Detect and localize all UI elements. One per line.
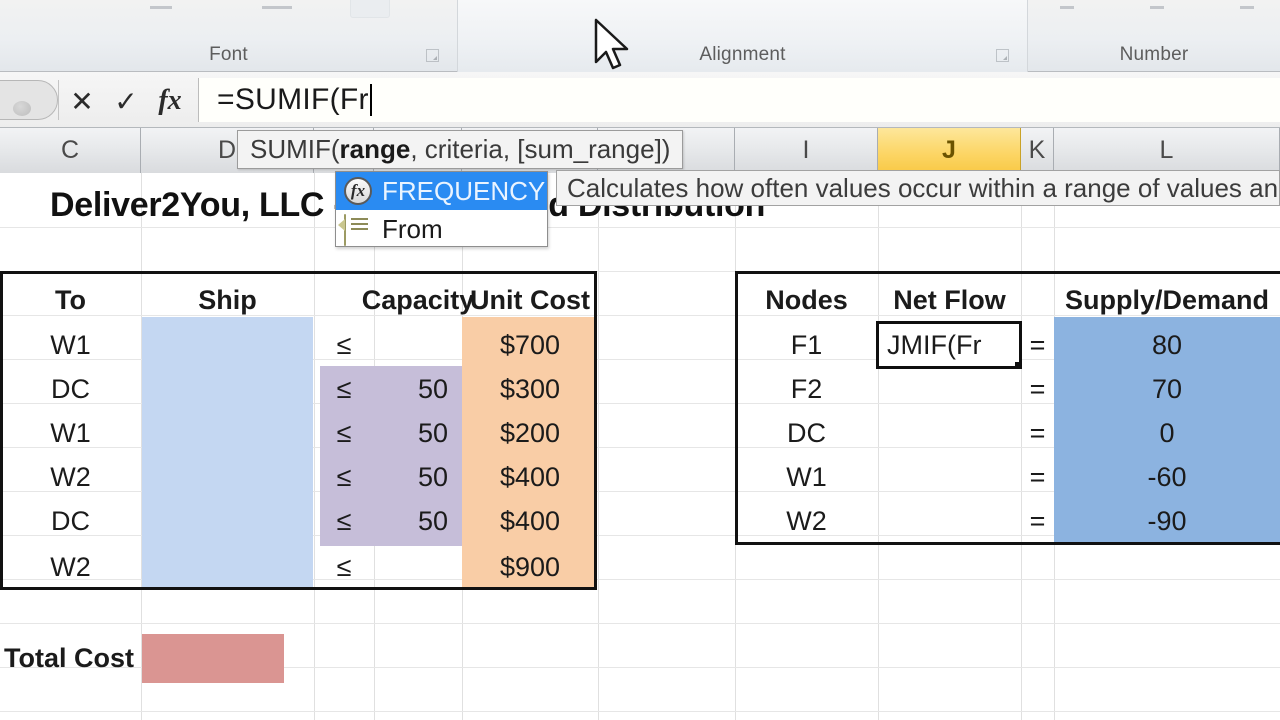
screentip-rest: , criteria, [sum_range]) <box>410 134 670 165</box>
autocomplete-item-from[interactable]: From <box>336 210 547 248</box>
column-header-k[interactable]: K <box>1021 128 1054 173</box>
column-header-l[interactable]: L <box>1054 128 1280 173</box>
font-dialog-launcher-icon[interactable] <box>426 49 439 62</box>
ribbon-group-font[interactable]: Font <box>0 0 458 72</box>
active-cell-text: JMIF(Fr <box>887 330 981 361</box>
cancel-icon[interactable]: ✕ <box>62 84 102 118</box>
formula-input[interactable]: =SUMIF(Fr <box>198 78 1280 122</box>
gridline-horizontal <box>0 711 1280 712</box>
column-header-j[interactable]: J <box>878 128 1021 173</box>
excel-window: Font Alignment Number ✕ ✓ fx =SUMIF(Fr C… <box>0 0 1280 720</box>
autocomplete-item-label: FREQUENCY <box>382 176 545 207</box>
nodes-table-outline <box>735 271 1280 545</box>
text-caret <box>370 84 372 116</box>
name-tag-icon <box>344 215 374 243</box>
function-description-tooltip: Calculates how often values occur within… <box>556 170 1280 206</box>
name-box-glyph <box>13 101 31 116</box>
ribbon-group-alignment[interactable]: Alignment <box>458 0 1028 72</box>
screentip-active-arg: range <box>340 134 411 165</box>
insert-function-icon[interactable]: fx <box>150 84 190 118</box>
formula-bar: ✕ ✓ fx =SUMIF(Fr <box>0 72 1280 128</box>
ribbon: Font Alignment Number <box>0 0 1280 72</box>
screentip-prefix: SUMIF( <box>250 134 340 165</box>
ribbon-group-number-label: Number <box>1028 44 1280 66</box>
total-cost-label: Total Cost <box>0 634 141 683</box>
shipping-table-outline <box>0 271 597 590</box>
autocomplete-item-label: From <box>382 214 443 245</box>
ribbon-group-number[interactable]: Number <box>1028 0 1280 72</box>
column-header-c[interactable]: C <box>0 128 141 173</box>
alignment-dialog-launcher-icon[interactable] <box>996 49 1009 62</box>
formula-text: =SUMIF(Fr <box>217 83 369 117</box>
total-cost-value-cell[interactable] <box>142 634 284 683</box>
gridline-horizontal <box>0 227 1280 228</box>
mouse-cursor-icon <box>594 18 634 81</box>
formula-bar-divider <box>58 80 59 120</box>
autocomplete-item-frequency[interactable]: fx FREQUENCY <box>336 172 547 210</box>
ribbon-group-alignment-label: Alignment <box>458 44 1027 66</box>
function-screentip: SUMIF(range, criteria, [sum_range]) <box>237 130 683 169</box>
fx-icon: fx <box>344 177 374 205</box>
confirm-check-icon[interactable]: ✓ <box>106 84 146 118</box>
formula-autocomplete-dropdown[interactable]: fx FREQUENCY From <box>335 171 548 247</box>
active-cell[interactable]: JMIF(Fr <box>876 321 1022 369</box>
ribbon-group-font-label: Font <box>0 44 457 66</box>
column-header-i[interactable]: I <box>735 128 878 173</box>
gridline-horizontal <box>0 623 1280 624</box>
fill-handle[interactable] <box>1014 361 1022 369</box>
name-box[interactable] <box>0 80 58 120</box>
